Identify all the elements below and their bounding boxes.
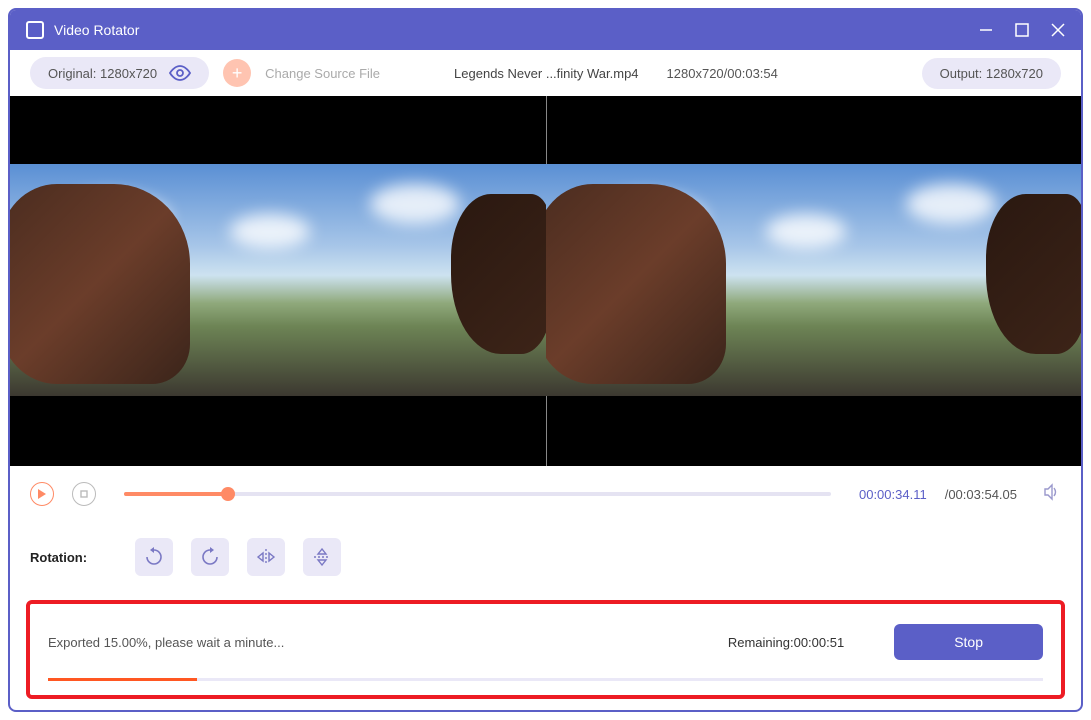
playback-controls: 00:00:34.11/00:03:54.05: [10, 466, 1081, 522]
app-logo-icon: [26, 21, 44, 39]
change-source-label[interactable]: Change Source File: [265, 66, 380, 81]
maximize-button[interactable]: [1015, 23, 1029, 37]
minimize-button[interactable]: [979, 23, 993, 37]
filename-label: Legends Never ...finity War.mp4: [454, 66, 639, 81]
export-panel: Exported 15.00%, please wait a minute...…: [26, 600, 1065, 699]
play-button[interactable]: [30, 482, 54, 506]
add-file-button[interactable]: +: [223, 59, 251, 87]
original-preview-pane: [10, 96, 546, 466]
rotate-left-button[interactable]: [135, 538, 173, 576]
output-preview-pane: [546, 96, 1082, 466]
original-resolution-label: Original: 1280x720: [48, 66, 157, 81]
export-status-text: Exported 15.00%, please wait a minute...: [48, 635, 284, 650]
seek-slider[interactable]: [124, 492, 831, 496]
flip-vertical-button[interactable]: [303, 538, 341, 576]
rotate-right-button[interactable]: [191, 538, 229, 576]
stop-playback-button[interactable]: [72, 482, 96, 506]
resolution-duration-label: 1280x720/00:03:54: [667, 66, 778, 81]
rotation-panel: Rotation:: [10, 522, 1081, 592]
titlebar: Video Rotator: [10, 10, 1081, 50]
seek-progress: [124, 492, 228, 496]
rotation-label: Rotation:: [30, 550, 87, 565]
duration-time: /00:03:54.05: [945, 487, 1017, 502]
current-time: 00:00:34.11: [859, 487, 927, 502]
export-remaining-text: Remaining:00:00:51: [728, 635, 844, 650]
seek-knob[interactable]: [221, 487, 235, 501]
flip-horizontal-button[interactable]: [247, 538, 285, 576]
video-preview-area: [10, 96, 1081, 466]
stop-export-button[interactable]: Stop: [894, 624, 1043, 660]
export-progress-bar: [48, 678, 1043, 681]
app-title: Video Rotator: [54, 22, 957, 38]
volume-icon[interactable]: [1043, 483, 1061, 506]
close-button[interactable]: [1051, 23, 1065, 37]
output-resolution-pill: Output: 1280x720: [922, 58, 1061, 89]
original-resolution-pill: Original: 1280x720: [30, 57, 209, 89]
output-resolution-label: Output: 1280x720: [940, 66, 1043, 81]
export-progress-fill: [48, 678, 197, 681]
app-window: Video Rotator Original: 1280x720 + Chang…: [8, 8, 1083, 712]
preview-eye-icon[interactable]: [169, 65, 191, 81]
info-bar: Original: 1280x720 + Change Source File …: [10, 50, 1081, 96]
